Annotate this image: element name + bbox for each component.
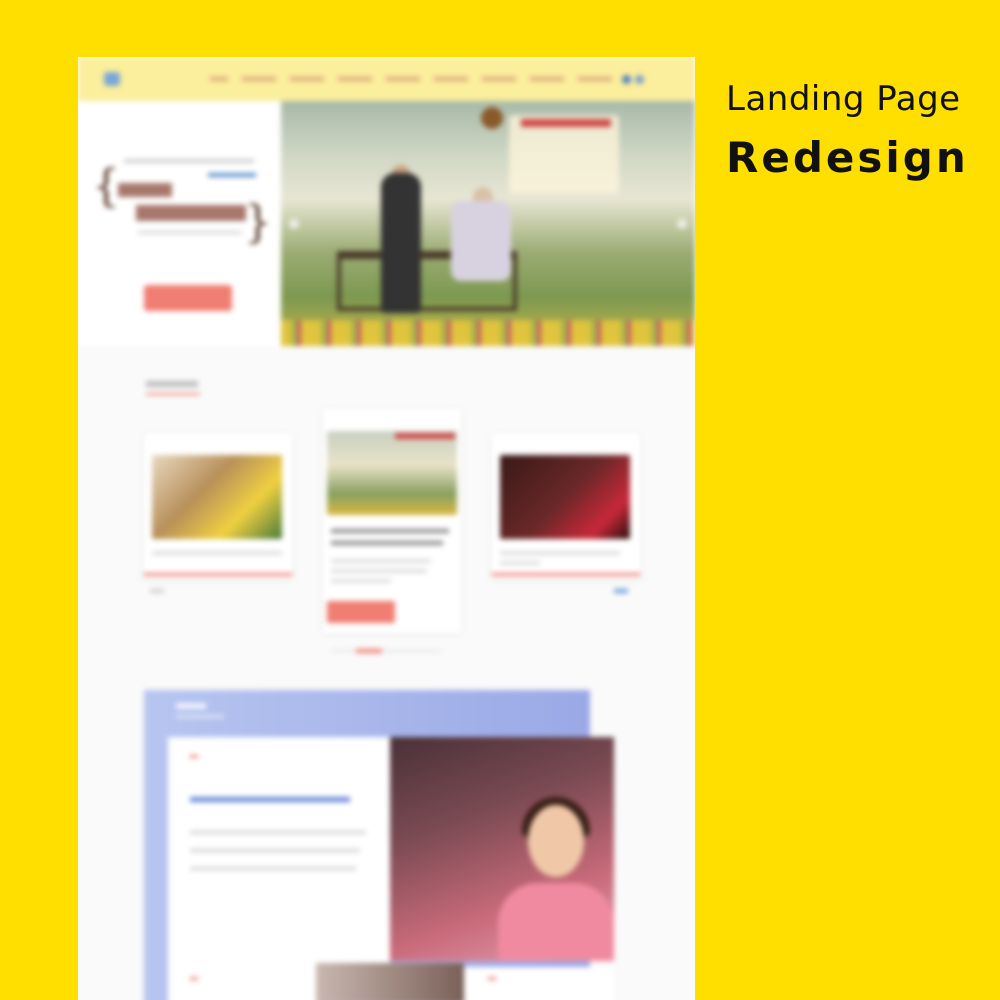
card-prev-icon[interactable]	[150, 589, 164, 593]
hero-person	[381, 173, 421, 313]
hero-brace-right: }	[244, 197, 272, 248]
mockup-logo	[104, 69, 184, 89]
nav-item	[530, 77, 564, 81]
hero-person	[451, 201, 511, 281]
event-card-text	[331, 579, 391, 583]
event-card[interactable]	[492, 433, 640, 579]
feature-card-text	[190, 831, 366, 834]
mockup-nav-bar	[78, 57, 695, 101]
carousel-prev-icon[interactable]	[289, 219, 299, 229]
feature-card-tag	[488, 977, 496, 980]
hero-cta-button[interactable]	[144, 285, 232, 311]
feature-card[interactable]	[464, 967, 614, 1000]
event-card-image	[327, 431, 457, 515]
card-next-icon[interactable]	[614, 589, 628, 593]
carousel-pager-track	[332, 650, 442, 652]
nav-item	[338, 77, 372, 81]
event-card-image	[500, 455, 630, 539]
event-card-text	[331, 569, 427, 573]
event-card-text	[331, 559, 431, 563]
event-card-title	[331, 541, 443, 545]
title-line-1: Landing Page	[726, 79, 961, 119]
landing-page-mockup: { }	[78, 57, 695, 1000]
section-title-underline	[146, 393, 200, 395]
user-icon	[622, 74, 631, 84]
nav-item	[290, 77, 324, 81]
feature-card[interactable]	[168, 967, 318, 1000]
event-card-ribbon	[395, 433, 455, 439]
feature-card[interactable]	[168, 737, 390, 967]
event-card-text	[500, 551, 620, 555]
event-card-featured[interactable]	[323, 409, 461, 633]
hero-title-block	[118, 183, 172, 197]
event-card-text	[152, 551, 282, 555]
feature-photo	[316, 963, 464, 1000]
nav-item	[482, 77, 516, 81]
hero-caption	[138, 231, 242, 234]
feature-card-headline	[190, 797, 350, 802]
nav-item	[210, 77, 228, 81]
section-title	[146, 381, 198, 387]
nav-item	[578, 77, 612, 81]
mockup-hero: { }	[78, 101, 695, 346]
event-card[interactable]	[144, 433, 292, 579]
feature-photo-shirt	[498, 883, 614, 961]
carousel-pager-active[interactable]	[356, 649, 382, 653]
feature-section-subtitle	[176, 715, 224, 718]
title-block: Landing Page Redesign	[726, 78, 996, 184]
nav-item	[386, 77, 420, 81]
hero-photo	[281, 101, 695, 346]
hero-text-panel: { }	[78, 101, 281, 346]
event-card-accent	[144, 573, 292, 576]
mockup-nav-items	[210, 77, 612, 81]
feature-card-text	[190, 849, 360, 852]
hero-emblem	[481, 107, 503, 129]
feature-section-title	[176, 703, 206, 709]
hero-subline-blue	[208, 173, 256, 177]
feature-card-tag	[190, 977, 198, 980]
hero-subline	[124, 159, 254, 163]
search-icon	[635, 74, 644, 84]
event-card-image	[152, 455, 282, 539]
event-card-text	[500, 561, 540, 565]
event-card-title	[331, 529, 449, 533]
feature-card-text	[190, 867, 356, 870]
hero-brace-left: {	[92, 161, 120, 212]
nav-icons	[622, 74, 644, 84]
nav-item	[434, 77, 468, 81]
title-line-2: Redesign	[726, 133, 969, 182]
logo-mark-icon	[104, 72, 120, 86]
blurred-mockup-content: { }	[78, 57, 695, 1000]
carousel-next-icon[interactable]	[677, 219, 687, 229]
event-card-accent	[492, 573, 640, 576]
feature-card-tag	[190, 755, 198, 758]
event-card-button[interactable]	[327, 601, 395, 623]
feature-photo-face	[528, 805, 584, 877]
hero-flowers	[281, 320, 695, 346]
hero-title-block	[136, 205, 246, 221]
nav-item	[242, 77, 276, 81]
hero-banner-ribbon	[521, 119, 611, 127]
